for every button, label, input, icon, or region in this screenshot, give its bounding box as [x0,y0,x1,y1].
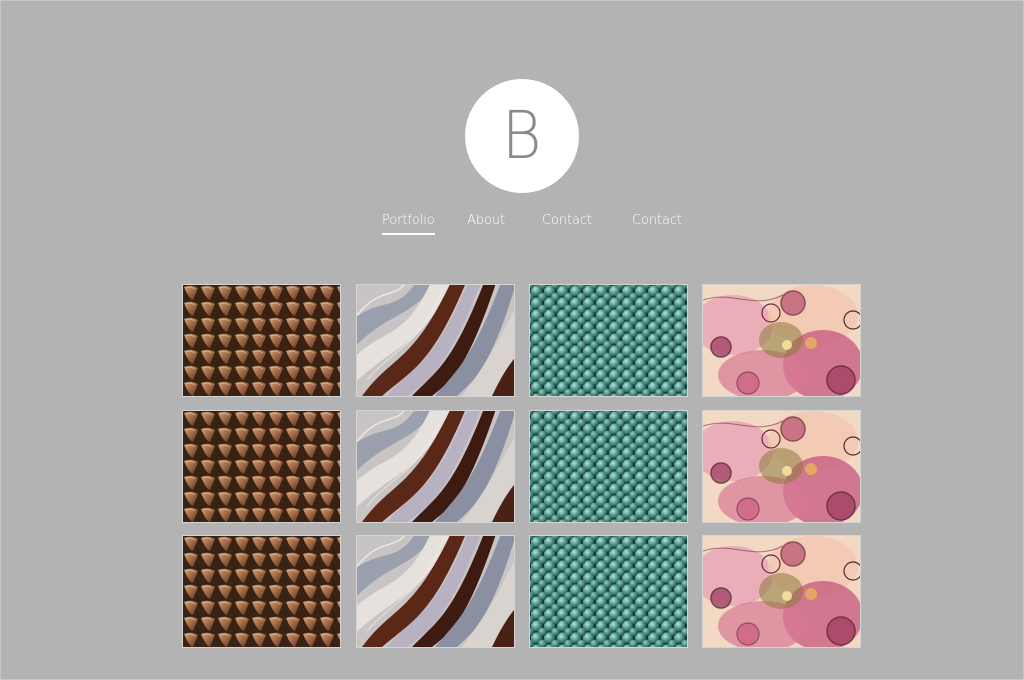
main-nav: Portfolio About Contact Contact [0,213,1024,239]
gallery-image-marbled-stripes[interactable] [356,535,515,648]
gallery-image-pink-alcohol-ink[interactable] [702,410,861,523]
gallery-image-bronze-scales[interactable] [182,284,341,397]
gallery-image-teal-beads[interactable] [529,410,688,523]
gallery-image-bronze-scales[interactable] [182,410,341,523]
nav-item-about[interactable]: About [467,213,505,228]
portfolio-gallery [182,284,862,648]
gallery-image-marbled-stripes[interactable] [356,284,515,397]
gallery-image-pink-alcohol-ink[interactable] [702,535,861,648]
gallery-image-teal-beads[interactable] [529,535,688,648]
gallery-image-bronze-scales[interactable] [182,535,341,648]
gallery-image-teal-beads[interactable] [529,284,688,397]
gallery-image-pink-alcohol-ink[interactable] [702,284,861,397]
nav-item-contact[interactable]: Contact [542,213,592,228]
gallery-image-marbled-stripes[interactable] [356,410,515,523]
nav-item-contact-2[interactable]: Contact [632,213,682,228]
site-logo[interactable]: B [465,79,579,193]
logo-letter: B [502,97,542,174]
nav-item-portfolio[interactable]: Portfolio [382,213,435,235]
